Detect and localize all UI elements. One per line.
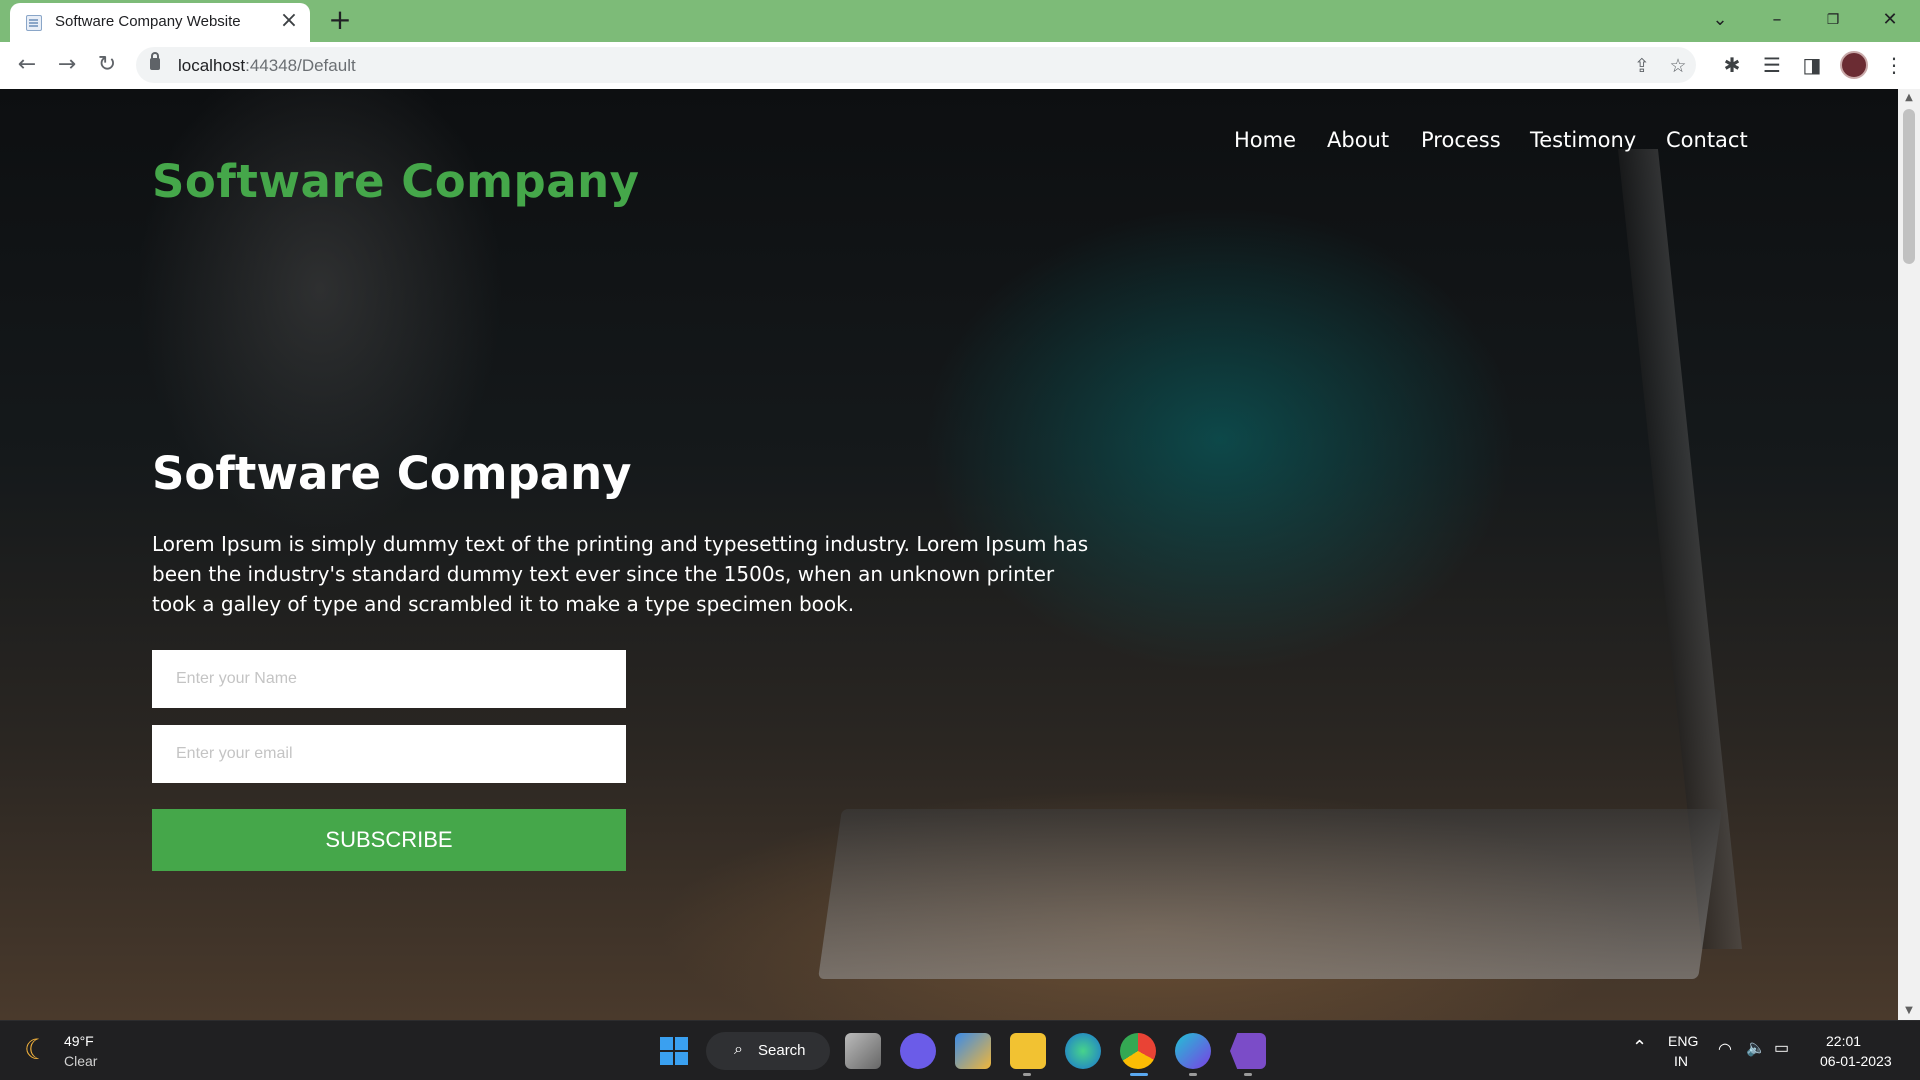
tab-title: Software Company Website [55, 13, 241, 30]
search-icon: ⌕ [734, 1041, 743, 1058]
canva-icon[interactable] [1175, 1033, 1211, 1069]
wifi-icon[interactable]: ◠ [1718, 1039, 1732, 1059]
volume-icon[interactable]: 🔈 [1746, 1038, 1766, 1058]
minimize-icon[interactable]: – [1763, 6, 1791, 34]
url-host: localhost [178, 56, 246, 75]
page-scrollbar[interactable]: ▲ ▼ [1898, 89, 1920, 1020]
language-label[interactable]: ENG [1668, 1033, 1698, 1049]
edge-icon[interactable] [1065, 1033, 1101, 1069]
nav-contact[interactable]: Contact [1666, 128, 1748, 152]
browser-toolbar: ← → ↻ localhost:44348/Default ⇪ ☆ ✱ ☰ ◨ … [0, 42, 1920, 89]
nav-about[interactable]: About [1327, 128, 1389, 152]
running-indicator [1189, 1073, 1197, 1076]
chrome-icon[interactable] [1120, 1033, 1156, 1069]
nav-process[interactable]: Process [1421, 128, 1501, 152]
region-label[interactable]: IN [1674, 1053, 1688, 1069]
bookmark-star-icon[interactable]: ☆ [1666, 54, 1690, 78]
site-logo[interactable]: Software Company [152, 155, 640, 208]
tray-overflow-icon[interactable]: ⌃ [1632, 1037, 1647, 1058]
laptop-image [818, 809, 1722, 979]
page-favicon-icon [26, 15, 42, 31]
weather-condition[interactable]: Clear [64, 1053, 97, 1069]
browser-chrome: Software Company Website × + ⌄ – ❐ ✕ ← →… [0, 0, 1920, 89]
task-view-icon[interactable] [845, 1033, 881, 1069]
new-tab-icon[interactable]: + [326, 6, 354, 35]
address-bar[interactable]: localhost:44348/Default ⇪ ☆ [136, 47, 1696, 83]
weather-temperature[interactable]: 49°F [64, 1033, 94, 1049]
running-indicator [1244, 1073, 1252, 1076]
share-icon[interactable]: ⇪ [1630, 54, 1654, 78]
moon-weather-icon[interactable]: ☾ [24, 1033, 49, 1066]
url-path: :44348/Default [245, 56, 356, 75]
nav-home[interactable]: Home [1234, 128, 1296, 152]
name-input[interactable] [152, 650, 626, 708]
reload-icon[interactable]: ↻ [92, 50, 122, 80]
clock-date[interactable]: 06-01-2023 [1820, 1053, 1892, 1069]
scroll-down-icon[interactable]: ▼ [1903, 1006, 1915, 1016]
scroll-up-icon[interactable]: ▲ [1903, 93, 1915, 103]
subscribe-button[interactable]: SUBSCRIBE [152, 809, 626, 871]
windows-taskbar: ☾ 49°F Clear ⌕ Search ⌃ ENG IN ◠ 🔈 ▭ 22:… [0, 1020, 1920, 1080]
nav-testimony[interactable]: Testimony [1530, 128, 1636, 152]
restore-icon[interactable]: ❐ [1819, 6, 1847, 34]
close-tab-icon[interactable]: × [278, 10, 300, 33]
tab-strip: Software Company Website × + ⌄ – ❐ ✕ [0, 0, 1920, 42]
file-explorer-icon[interactable] [1010, 1033, 1046, 1069]
hero-description: Lorem Ipsum is simply dummy text of the … [152, 532, 1089, 616]
menu-kebab-icon[interactable]: ⋮ [1880, 51, 1908, 79]
lock-icon [150, 52, 160, 70]
running-indicator [1023, 1073, 1031, 1076]
extensions-icon[interactable]: ✱ [1718, 51, 1746, 79]
visual-studio-icon[interactable] [1230, 1033, 1266, 1069]
hero-section: Software Company Home About Process Test… [0, 89, 1898, 1020]
close-window-icon[interactable]: ✕ [1876, 6, 1904, 34]
email-input[interactable] [152, 725, 626, 783]
url-text: localhost:44348/Default [178, 56, 356, 76]
battery-icon[interactable]: ▭ [1774, 1038, 1789, 1058]
chat-icon[interactable] [900, 1033, 936, 1069]
hero-title: Software Company [152, 447, 632, 500]
profile-avatar[interactable] [1840, 51, 1868, 79]
active-app-indicator [1130, 1073, 1148, 1076]
windows-start-icon[interactable] [656, 1033, 692, 1069]
search-label: Search [758, 1042, 806, 1059]
scrollbar-thumb[interactable] [1903, 109, 1915, 264]
side-panel-icon[interactable]: ◨ [1798, 51, 1826, 79]
back-icon[interactable]: ← [12, 50, 42, 80]
browser-tab[interactable]: Software Company Website × [10, 3, 310, 42]
reading-list-icon[interactable]: ☰ [1758, 51, 1786, 79]
store-icon[interactable] [955, 1033, 991, 1069]
taskbar-search[interactable]: ⌕ Search [706, 1032, 830, 1070]
clock-time[interactable]: 22:01 [1826, 1033, 1861, 1049]
forward-icon[interactable]: → [52, 50, 82, 80]
tab-search-icon[interactable]: ⌄ [1706, 6, 1734, 34]
